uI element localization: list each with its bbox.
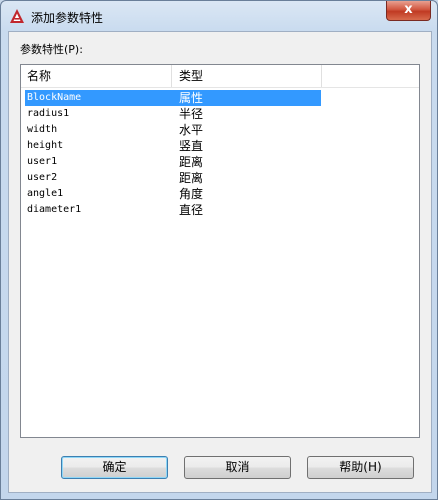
parameter-name: width xyxy=(27,124,58,135)
parameter-name: diameter1 xyxy=(27,204,82,215)
list-item[interactable]: height 竖直 xyxy=(21,138,419,154)
parameter-type: 距离 xyxy=(179,155,204,169)
help-button[interactable]: 帮助(H) xyxy=(307,456,414,479)
parameter-type: 角度 xyxy=(179,187,204,201)
close-button[interactable]: x xyxy=(386,1,431,21)
title-bar[interactable]: 添加参数特性 x xyxy=(1,1,437,31)
list-item[interactable]: diameter1 直径 xyxy=(21,202,419,218)
parameter-name: angle1 xyxy=(27,188,64,199)
parameter-name: height xyxy=(27,140,64,151)
parameter-type: 距离 xyxy=(179,171,204,185)
list-item[interactable]: BlockName 属性 xyxy=(21,90,419,106)
parameter-type: 属性 xyxy=(179,91,204,105)
column-header-type[interactable]: 类型 xyxy=(173,65,321,87)
parameter-name: user1 xyxy=(27,156,58,167)
parameter-type: 水平 xyxy=(179,123,204,137)
dialog-window: 添加参数特性 x 参数特性(P): 名称 类型 BlockName 属性 radiu… xyxy=(0,0,438,500)
autocad-app-icon xyxy=(10,9,24,23)
parameter-type: 直径 xyxy=(179,203,204,217)
ok-button[interactable]: 确定 xyxy=(61,456,168,479)
parameter-name: user2 xyxy=(27,172,58,183)
parameter-name: radius1 xyxy=(27,108,70,119)
column-header-name[interactable]: 名称 xyxy=(21,65,171,87)
list-item[interactable]: user2 距离 xyxy=(21,170,419,186)
list-item[interactable]: user1 距离 xyxy=(21,154,419,170)
parameter-type: 半径 xyxy=(179,107,204,121)
parameter-name: BlockName xyxy=(27,92,82,103)
dialog-client-area: 参数特性(P): 名称 类型 BlockName 属性 radius1 半径 width… xyxy=(8,31,432,493)
column-divider[interactable] xyxy=(321,65,322,87)
close-icon: x xyxy=(404,2,413,17)
list-item[interactable]: angle1 角度 xyxy=(21,186,419,202)
list-header: 名称 类型 xyxy=(21,65,419,88)
window-title: 添加参数特性 xyxy=(31,11,104,25)
list-item[interactable]: radius1 半径 xyxy=(21,106,419,122)
parameter-type: 竖直 xyxy=(179,139,204,153)
list-item[interactable]: width 水平 xyxy=(21,122,419,138)
list-rows: BlockName 属性 radius1 半径 width 水平 height 竖直 user1… xyxy=(21,90,419,218)
cancel-button[interactable]: 取消 xyxy=(184,456,291,479)
parameter-list[interactable]: 名称 类型 BlockName 属性 radius1 半径 width 水平 height 竖… xyxy=(20,64,420,438)
parameter-properties-label: 参数特性(P): xyxy=(20,43,83,56)
column-divider[interactable] xyxy=(171,65,172,87)
